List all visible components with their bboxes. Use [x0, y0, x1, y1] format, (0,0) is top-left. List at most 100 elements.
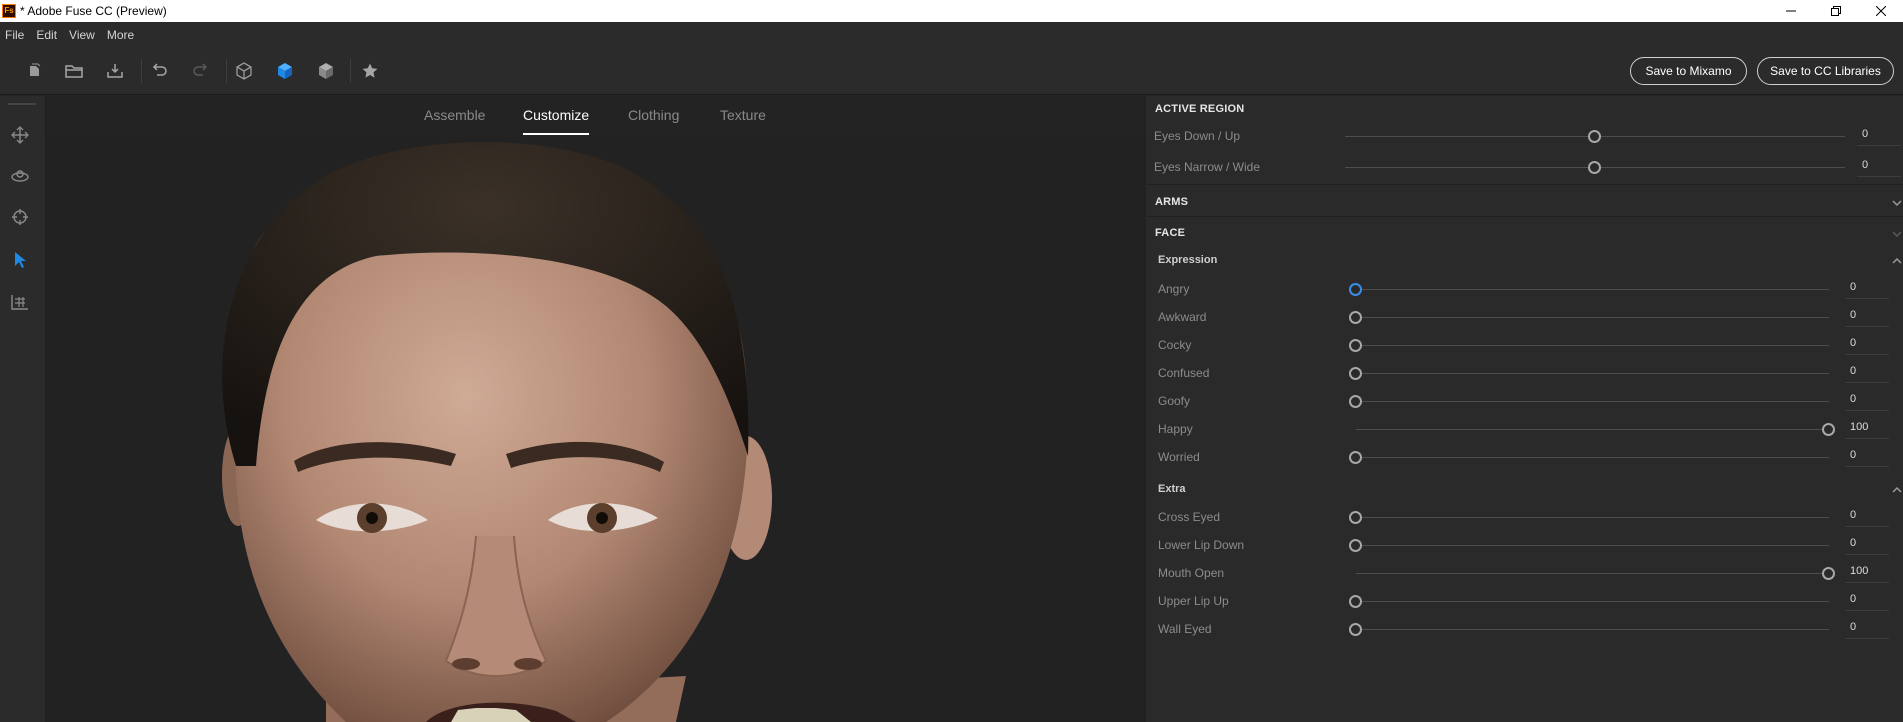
- slider-handle[interactable]: [1349, 339, 1362, 352]
- chevron-down-icon[interactable]: [1891, 198, 1903, 208]
- slider-value-field[interactable]: 0: [1850, 365, 1856, 377]
- section-arms[interactable]: ARMS: [1155, 196, 1188, 208]
- slider-label: Upper Lip Up: [1158, 594, 1229, 608]
- active-tab-indicator: [523, 133, 590, 135]
- subsection-expression[interactable]: Expression: [1158, 254, 1217, 266]
- menu-view[interactable]: View: [64, 28, 102, 42]
- slider-handle[interactable]: [1349, 451, 1362, 464]
- slider-handle[interactable]: [1349, 367, 1362, 380]
- tab-texture[interactable]: Texture: [720, 107, 766, 123]
- slider-track[interactable]: [1356, 629, 1829, 630]
- slider-track[interactable]: [1356, 289, 1829, 290]
- slider-label: Eyes Narrow / Wide: [1154, 160, 1261, 174]
- slider-value-field[interactable]: 100: [1850, 565, 1868, 577]
- slider-handle[interactable]: [1588, 161, 1601, 174]
- restore-button[interactable]: [1813, 0, 1858, 22]
- slider-handle[interactable]: [1822, 423, 1835, 436]
- slider-track[interactable]: [1356, 545, 1829, 546]
- close-button[interactable]: [1858, 0, 1903, 22]
- slider-label: Cross Eyed: [1158, 510, 1221, 524]
- tab-customize[interactable]: Customize: [523, 107, 590, 135]
- slider-value-field[interactable]: 0: [1850, 393, 1856, 405]
- slider-row-lower-lip-down: Lower Lip Down 0: [1146, 535, 1903, 557]
- slider-row-eyes-narrow-wide: Eyes Narrow / Wide 0: [1146, 157, 1903, 179]
- import-icon[interactable]: [105, 61, 125, 81]
- tab-assemble[interactable]: Assemble: [424, 107, 485, 123]
- slider-value-field[interactable]: 0: [1862, 159, 1868, 171]
- slider-track[interactable]: [1356, 317, 1829, 318]
- move-icon[interactable]: [9, 124, 31, 146]
- slider-value-field[interactable]: 0: [1850, 621, 1856, 633]
- slider-track[interactable]: [1356, 517, 1829, 518]
- slider-row-upper-lip-up: Upper Lip Up 0: [1146, 591, 1903, 613]
- undo-icon[interactable]: [149, 61, 169, 81]
- slider-handle[interactable]: [1349, 311, 1362, 324]
- slider-row-wall-eyed: Wall Eyed 0: [1146, 619, 1903, 641]
- slider-label: Eyes Down / Up: [1154, 129, 1241, 143]
- save-to-mixamo-button[interactable]: Save to Mixamo: [1630, 57, 1747, 85]
- minimize-icon: [1785, 10, 1796, 12]
- slider-track[interactable]: [1356, 345, 1829, 346]
- tab-clothing[interactable]: Clothing: [628, 107, 679, 123]
- minimize-button[interactable]: [1768, 0, 1813, 22]
- character-avatar[interactable]: [46, 136, 1145, 722]
- slider-label: Happy: [1158, 422, 1193, 436]
- slider-label: Mouth Open: [1158, 566, 1225, 580]
- slider-handle[interactable]: [1349, 539, 1362, 552]
- slider-handle[interactable]: [1349, 595, 1362, 608]
- pose-icon[interactable]: [9, 291, 31, 313]
- slider-value-field[interactable]: 0: [1850, 309, 1856, 321]
- favorite-star-icon[interactable]: [360, 61, 380, 81]
- slider-handle[interactable]: [1349, 395, 1362, 408]
- slider-row-goofy: Goofy 0: [1146, 391, 1903, 413]
- slider-track[interactable]: [1356, 429, 1829, 430]
- slider-track[interactable]: [1356, 601, 1829, 602]
- redo-icon[interactable]: [191, 61, 211, 81]
- slider-track[interactable]: [1356, 573, 1829, 574]
- wireframe-cube-icon[interactable]: [234, 61, 254, 81]
- slider-label: Awkward: [1158, 310, 1207, 324]
- slider-value-field[interactable]: 0: [1850, 593, 1856, 605]
- slider-value-field[interactable]: 0: [1850, 449, 1856, 461]
- select-pointer-icon[interactable]: [9, 249, 31, 271]
- window-title: * Adobe Fuse CC (Preview): [20, 4, 167, 18]
- slider-value-field[interactable]: 0: [1850, 281, 1856, 293]
- slider-label: Angry: [1158, 282, 1190, 296]
- menu-file[interactable]: File: [0, 28, 31, 42]
- save-to-cc-libraries-button[interactable]: Save to CC Libraries: [1757, 57, 1894, 85]
- section-face[interactable]: FACE: [1155, 227, 1185, 239]
- slider-row-cross-eyed: Cross Eyed 0: [1146, 507, 1903, 529]
- slider-track[interactable]: [1356, 457, 1829, 458]
- slider-value-field[interactable]: 0: [1862, 128, 1868, 140]
- textured-cube-icon[interactable]: [316, 61, 336, 81]
- tab-customize-label: Customize: [523, 107, 590, 123]
- slider-handle[interactable]: [1349, 623, 1362, 636]
- slider-row-cocky: Cocky 0: [1146, 335, 1903, 357]
- 3d-viewport[interactable]: Assemble Customize Clothing Texture: [46, 96, 1145, 722]
- slider-value-field[interactable]: 0: [1850, 337, 1856, 349]
- chevron-down-icon[interactable]: [1891, 229, 1903, 239]
- chevron-up-icon[interactable]: [1891, 485, 1903, 495]
- slider-value-field[interactable]: 100: [1850, 421, 1868, 433]
- new-document-icon[interactable]: [24, 61, 44, 81]
- slider-handle[interactable]: [1822, 567, 1835, 580]
- orbit-icon[interactable]: [9, 165, 31, 187]
- mode-tabs: Assemble Customize Clothing Texture: [46, 96, 1145, 136]
- slider-value-field[interactable]: 0: [1850, 537, 1856, 549]
- customize-panel: ACTIVE REGION Eyes Down / Up 0 Eyes Narrow…: [1145, 96, 1903, 722]
- chevron-up-icon[interactable]: [1891, 256, 1903, 266]
- shaded-cube-icon[interactable]: [275, 61, 295, 81]
- slider-handle[interactable]: [1588, 130, 1601, 143]
- subsection-extra[interactable]: Extra: [1158, 483, 1186, 495]
- menu-edit[interactable]: Edit: [31, 28, 64, 42]
- slider-handle[interactable]: [1349, 283, 1362, 296]
- target-icon[interactable]: [9, 206, 31, 228]
- slider-track[interactable]: [1356, 373, 1829, 374]
- slider-handle[interactable]: [1349, 511, 1362, 524]
- slider-row-worried: Worried 0: [1146, 447, 1903, 469]
- slider-track[interactable]: [1356, 401, 1829, 402]
- open-folder-icon[interactable]: [64, 61, 84, 81]
- slider-value-field[interactable]: 0: [1850, 509, 1856, 521]
- menu-more[interactable]: More: [102, 28, 141, 42]
- window-controls: [1768, 0, 1903, 22]
